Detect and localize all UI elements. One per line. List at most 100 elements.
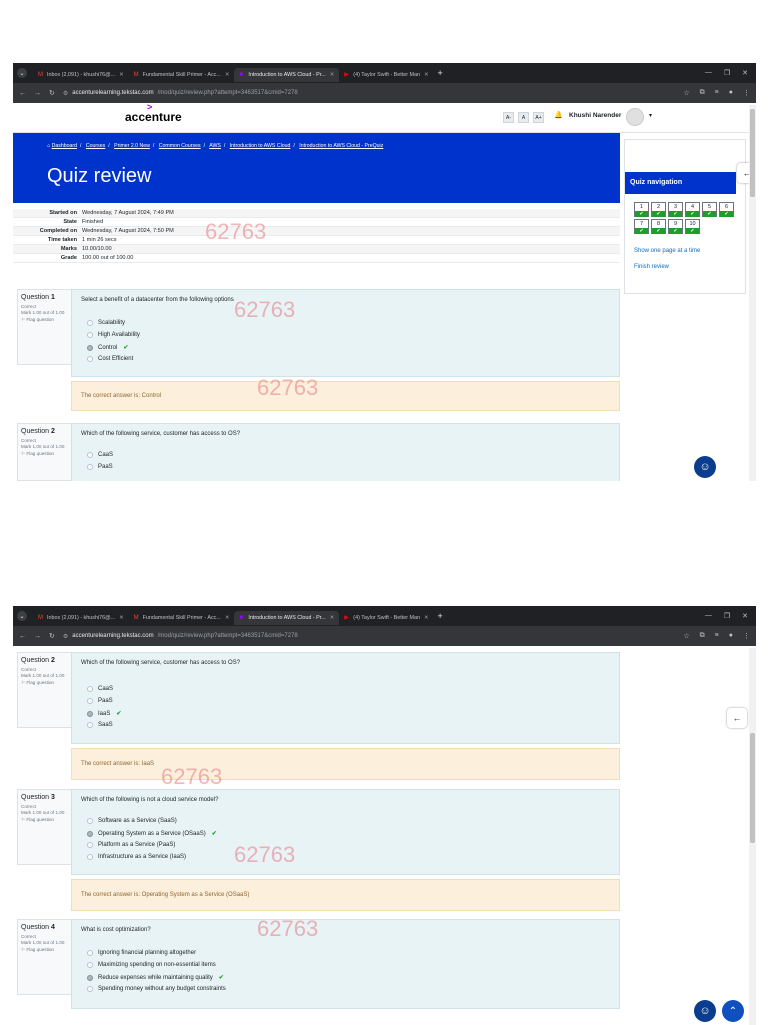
browser-tab-aws-quiz[interactable]: ■ Introduction to AWS Cloud - Pr... ✕ [234, 611, 340, 625]
minimize-icon[interactable]: — [705, 69, 712, 77]
radio-button[interactable] [87, 452, 93, 458]
back-icon[interactable]: ← [19, 90, 26, 97]
notification-bell-icon[interactable]: 🔔 [554, 111, 563, 119]
url-input[interactable]: ⚙ accenturelearning.tekstac.com/mod/quiz/… [63, 633, 298, 640]
answer-option[interactable]: Cost Efficient [87, 356, 133, 362]
extensions-icon[interactable]: ⧉ [700, 89, 705, 97]
flag-question-link[interactable]: ⚐ Flag question [21, 680, 69, 687]
answer-option[interactable]: Operating System as a Service (OSaaS) ✔ [87, 830, 217, 837]
radio-button[interactable] [87, 962, 93, 968]
scrollbar-thumb[interactable] [750, 109, 755, 197]
answer-option[interactable]: CaaS [87, 452, 113, 458]
quiz-nav-question-button[interactable]: 2 ✔ [651, 202, 666, 217]
accenture-logo[interactable]: > accenture [125, 102, 182, 124]
close-icon[interactable]: ✕ [424, 615, 429, 621]
open-drawer-button[interactable]: ← [727, 708, 747, 728]
scrollbar[interactable] [749, 105, 756, 481]
new-tab-button[interactable]: + [438, 611, 443, 621]
answer-option[interactable]: Reduce expenses while maintaining qualit… [87, 974, 224, 981]
close-icon[interactable]: ✕ [225, 615, 230, 621]
menu-icon[interactable]: ⋮ [743, 632, 750, 640]
forward-icon[interactable]: → [34, 90, 41, 97]
show-one-page-link[interactable]: Show one page at a time [634, 248, 700, 254]
close-icon[interactable]: ✕ [119, 72, 124, 78]
bookmark-star-icon[interactable]: ☆ [683, 89, 689, 97]
breadcrumb-dashboard[interactable]: Dashboard [52, 143, 77, 149]
answer-option[interactable]: Infrastructure as a Service (IaaS) [87, 854, 186, 860]
browser-tab-gmail-primer[interactable]: M Fundamental Skill Primer - Acc... ✕ [129, 611, 235, 625]
radio-button[interactable] [87, 842, 93, 848]
extensions-icon[interactable]: ⧉ [700, 632, 705, 640]
profile-icon[interactable]: ● [729, 632, 733, 640]
scrollbar-thumb[interactable] [750, 733, 755, 843]
browser-tab-youtube[interactable]: ▶ (4) Taylor Swift - Better Man ✕ [339, 68, 433, 82]
close-icon[interactable]: ✕ [225, 72, 230, 78]
reload-icon[interactable]: ↻ [49, 632, 55, 640]
flag-question-link[interactable]: ⚐ Flag question [21, 817, 69, 824]
answer-option[interactable]: Scalability [87, 320, 125, 326]
browser-tab-gmail-primer[interactable]: M Fundamental Skill Primer - Acc... ✕ [129, 68, 235, 82]
answer-option[interactable]: Software as a Service (SaaS) [87, 818, 177, 824]
restore-icon[interactable]: ❐ [724, 612, 730, 620]
quiz-nav-question-button[interactable]: 3 ✔ [668, 202, 683, 217]
reload-icon[interactable]: ↻ [49, 89, 55, 97]
media-icon[interactable]: ≡ [715, 89, 719, 97]
radio-button[interactable] [87, 698, 93, 704]
answer-option[interactable]: High Availability [87, 332, 140, 338]
user-name[interactable]: Khushi Narender [569, 112, 621, 119]
answer-option[interactable]: PaaS [87, 464, 113, 470]
radio-button-selected[interactable] [87, 974, 93, 981]
scrollbar[interactable] [749, 648, 756, 1025]
answer-option[interactable]: Control ✔ [87, 344, 128, 351]
font-reset-button[interactable]: A [518, 112, 529, 123]
breadcrumb-intro-aws[interactable]: Introduction to AWS Cloud [230, 143, 291, 149]
menu-icon[interactable]: ⋮ [743, 89, 750, 97]
close-icon[interactable]: ✕ [119, 615, 124, 621]
site-info-icon[interactable]: ⚙ [63, 90, 68, 97]
tab-search-icon[interactable]: ⌄ [17, 68, 27, 78]
answer-option[interactable]: Ignoring financial planning altogether [87, 950, 196, 956]
breadcrumb-common-courses[interactable]: Common Courses [159, 143, 201, 149]
radio-button[interactable] [87, 464, 93, 470]
breadcrumb-primer[interactable]: Primer 2.0 New [114, 143, 150, 149]
flag-question-link[interactable]: ⚐ Flag question [21, 317, 69, 324]
radio-button[interactable] [87, 986, 93, 992]
answer-option[interactable]: PaaS [87, 698, 113, 704]
restore-icon[interactable]: ❐ [724, 69, 730, 77]
back-icon[interactable]: ← [19, 633, 26, 640]
close-icon[interactable]: ✕ [330, 615, 335, 621]
answer-option[interactable]: Maximizing spending on non-essential ite… [87, 962, 216, 968]
bookmark-star-icon[interactable]: ☆ [683, 632, 689, 640]
breadcrumb-prequiz[interactable]: Introduction to AWS Cloud - PreQuiz [299, 143, 383, 149]
chatbot-button[interactable]: ☺ [694, 456, 716, 478]
flag-question-link[interactable]: ⚐ Flag question [21, 947, 69, 954]
radio-button[interactable] [87, 818, 93, 824]
quiz-nav-question-button[interactable]: 9 ✔ [668, 219, 683, 234]
quiz-nav-question-button[interactable]: 8 ✔ [651, 219, 666, 234]
answer-option[interactable]: SaaS [87, 722, 113, 728]
quiz-nav-question-button[interactable]: 7 ✔ [634, 219, 649, 234]
radio-button[interactable] [87, 950, 93, 956]
radio-button[interactable] [87, 722, 93, 728]
radio-button-selected[interactable] [87, 344, 93, 351]
new-tab-button[interactable]: + [438, 68, 443, 78]
chatbot-button[interactable]: ☺ [694, 1000, 716, 1022]
radio-button[interactable] [87, 320, 93, 326]
tab-search-icon[interactable]: ⌄ [17, 611, 27, 621]
close-icon[interactable]: ✕ [330, 72, 335, 78]
finish-review-link[interactable]: Finish review [634, 264, 669, 270]
radio-button[interactable] [87, 356, 93, 362]
browser-tab-youtube[interactable]: ▶ (4) Taylor Swift - Better Man ✕ [339, 611, 433, 625]
flag-question-link[interactable]: ⚐ Flag question [21, 451, 69, 458]
radio-button[interactable] [87, 332, 93, 338]
quiz-nav-question-button[interactable]: 5 ✔ [702, 202, 717, 217]
font-increase-button[interactable]: A+ [533, 112, 544, 123]
back-to-top-button[interactable]: ⌃ [722, 1000, 744, 1022]
browser-tab-aws-quiz[interactable]: ■ Introduction to AWS Cloud - Pr... ✕ [234, 68, 340, 82]
forward-icon[interactable]: → [34, 633, 41, 640]
quiz-nav-question-button[interactable]: 1 ✔ [634, 202, 649, 217]
profile-icon[interactable]: ● [729, 89, 733, 97]
breadcrumb-aws[interactable]: AWS [209, 143, 221, 149]
browser-tab-gmail-inbox[interactable]: M Inbox (2,091) - khushi76@... ✕ [33, 68, 129, 82]
answer-option[interactable]: CaaS [87, 686, 113, 692]
